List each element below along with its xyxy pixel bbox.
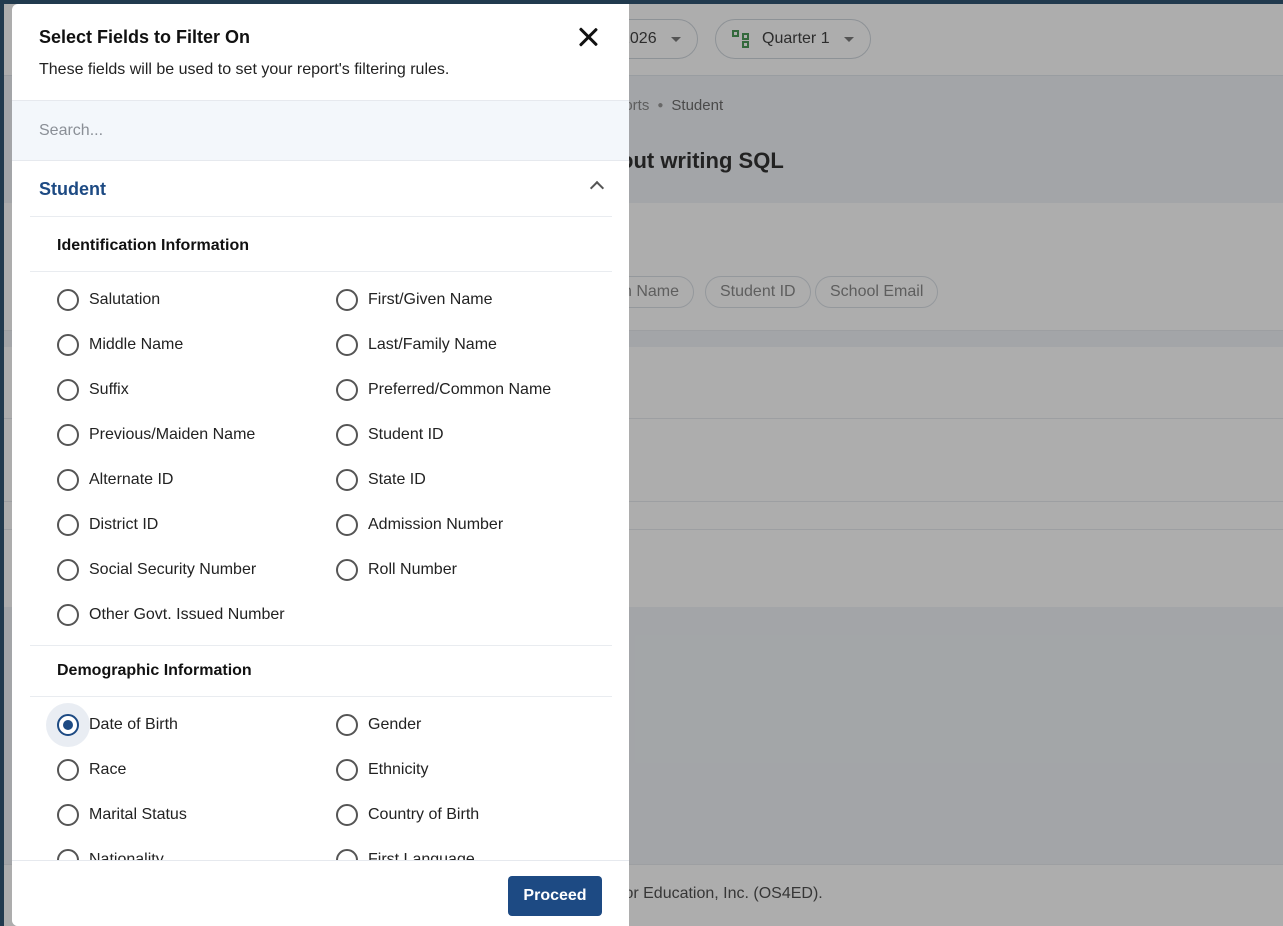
radio-button[interactable]	[336, 424, 358, 446]
field-option[interactable]: Last/Family Name	[336, 330, 497, 360]
field-option-label: Student ID	[368, 426, 444, 443]
field-option-label: Gender	[368, 716, 422, 733]
field-option-label: First/Given Name	[368, 291, 493, 308]
field-option-selected[interactable]: Date of Birth	[57, 710, 178, 740]
field-option[interactable]: Suffix	[57, 375, 129, 405]
field-option-label: Alternate ID	[89, 471, 174, 488]
dialog-header: Select Fields to Filter On These fields …	[12, 4, 629, 101]
field-option-label: Last/Family Name	[368, 336, 497, 353]
field-option-label: Preferred/Common Name	[368, 381, 552, 398]
field-option[interactable]: Marital Status	[57, 800, 187, 830]
fields-list[interactable]: Student Identification Information Salut…	[12, 162, 629, 860]
field-option[interactable]: First Language	[336, 845, 475, 860]
field-option-label: Nationality	[89, 851, 164, 860]
dialog-subtitle: These fields will be used to set your re…	[39, 61, 450, 78]
field-option-label: Social Security Number	[89, 561, 257, 578]
field-option-label: Date of Birth	[89, 716, 178, 733]
field-option[interactable]: Country of Birth	[336, 800, 479, 830]
field-option[interactable]: Middle Name	[57, 330, 183, 360]
field-option-label: State ID	[368, 471, 426, 488]
filter-fields-dialog: Select Fields to Filter On These fields …	[12, 4, 629, 926]
radio-button[interactable]	[336, 714, 358, 736]
radio-button[interactable]	[57, 334, 79, 356]
radio-button[interactable]	[336, 289, 358, 311]
section-title: Student	[39, 179, 106, 199]
field-option-label: Marital Status	[89, 806, 187, 823]
search-input[interactable]	[39, 101, 599, 161]
field-option[interactable]: Student ID	[336, 420, 444, 450]
radio-button[interactable]	[57, 804, 79, 826]
field-option[interactable]: Race	[57, 755, 126, 785]
radio-button[interactable]	[57, 289, 79, 311]
field-option[interactable]: Nationality	[57, 845, 164, 860]
radio-button[interactable]	[336, 804, 358, 826]
radio-button[interactable]	[57, 759, 79, 781]
field-option[interactable]: State ID	[336, 465, 426, 495]
field-option[interactable]: Preferred/Common Name	[336, 375, 551, 405]
dialog-title: Select Fields to Filter On	[39, 27, 251, 47]
field-option[interactable]: Other Govt. Issued Number	[57, 600, 285, 630]
radio-button[interactable]	[336, 334, 358, 356]
radio-button[interactable]	[336, 759, 358, 781]
chevron-up-icon[interactable]	[589, 180, 605, 196]
field-option[interactable]: Roll Number	[336, 555, 457, 585]
radio-button[interactable]	[336, 469, 358, 491]
radio-button[interactable]	[57, 469, 79, 491]
field-option-label: Other Govt. Issued Number	[89, 606, 285, 623]
field-option[interactable]: Salutation	[57, 285, 160, 315]
radio-button[interactable]	[57, 849, 79, 860]
field-option-label: Country of Birth	[368, 806, 480, 823]
field-option-label: Middle Name	[89, 336, 184, 353]
proceed-button[interactable]: Proceed	[508, 876, 602, 916]
radio-button[interactable]	[336, 559, 358, 581]
radio-button[interactable]	[336, 849, 358, 860]
field-option-label: District ID	[89, 516, 159, 533]
field-option-label: Previous/Maiden Name	[89, 426, 256, 443]
field-option[interactable]: Ethnicity	[336, 755, 428, 785]
field-option[interactable]: District ID	[57, 510, 158, 540]
close-icon[interactable]	[575, 24, 601, 50]
field-option-label: Ethnicity	[368, 761, 429, 778]
field-option[interactable]: Gender	[336, 710, 421, 740]
radio-button[interactable]	[57, 604, 79, 626]
radio-button[interactable]	[336, 514, 358, 536]
field-option-label: Admission Number	[368, 516, 504, 533]
radio-button[interactable]	[57, 424, 79, 446]
search-bar	[12, 101, 629, 161]
section-header-student[interactable]: Student	[12, 162, 629, 217]
field-option-label: Race	[89, 761, 127, 778]
radio-button[interactable]	[57, 559, 79, 581]
radio-button[interactable]	[336, 379, 358, 401]
radio-button-checked[interactable]	[57, 714, 79, 736]
field-option-label: Salutation	[89, 291, 161, 308]
field-option[interactable]: Previous/Maiden Name	[57, 420, 255, 450]
field-option-label: Suffix	[89, 381, 129, 398]
field-option-label: First Language	[368, 851, 475, 860]
field-option[interactable]: Alternate ID	[57, 465, 173, 495]
group-title: Identification Information	[57, 237, 249, 254]
group-title: Demographic Information	[57, 662, 252, 679]
field-option[interactable]: First/Given Name	[336, 285, 492, 315]
radio-button[interactable]	[57, 514, 79, 536]
dialog-footer: Proceed	[12, 860, 629, 926]
field-option-label: Roll Number	[368, 561, 457, 578]
field-option[interactable]: Admission Number	[336, 510, 503, 540]
radio-button[interactable]	[57, 379, 79, 401]
field-option[interactable]: Social Security Number	[57, 555, 256, 585]
